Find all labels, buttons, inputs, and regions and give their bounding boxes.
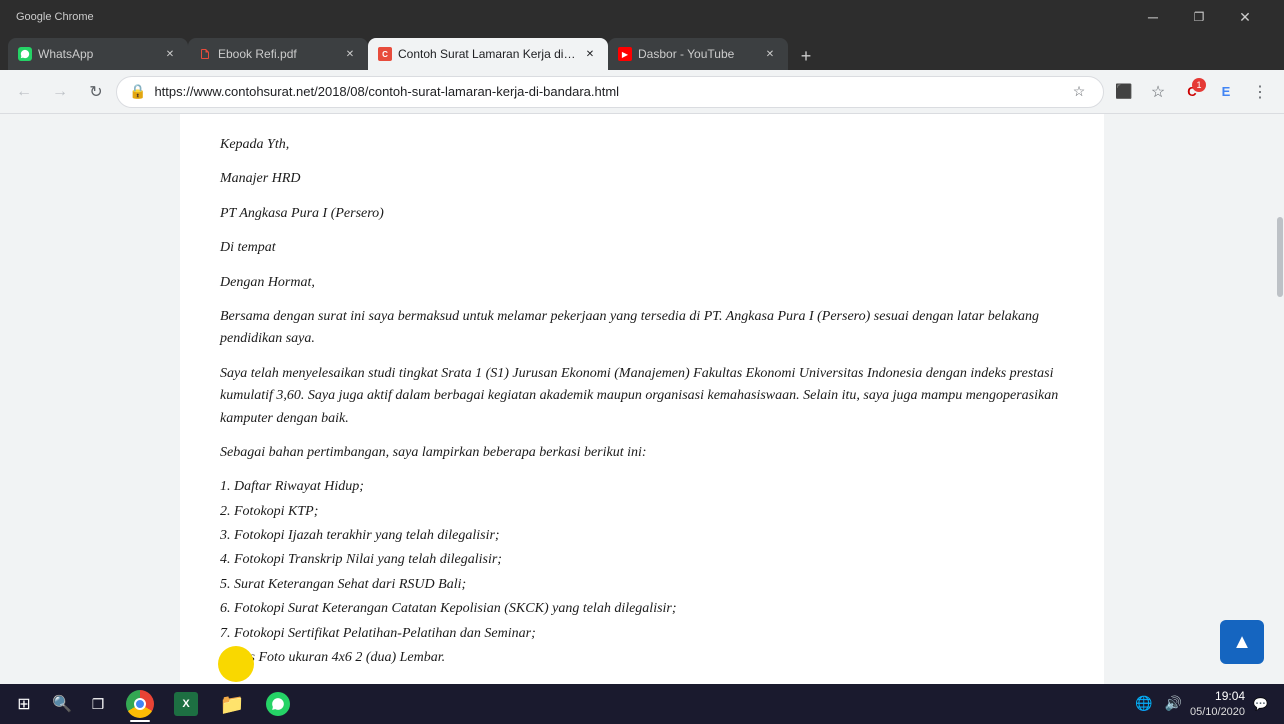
- window-title: Google Chrome: [16, 11, 94, 23]
- whatsapp-favicon-icon: [18, 47, 32, 61]
- clock[interactable]: 19:04 05/10/2020: [1190, 689, 1245, 719]
- task-view-icon: ❐: [92, 696, 105, 713]
- windows-icon: ⊞: [17, 694, 30, 714]
- tabs-bar: WhatsApp ✕ Ebook Refi.pdf ✕ C Contoh Sur…: [0, 34, 1284, 70]
- cursor-indicator: [218, 646, 254, 682]
- chrome-icon: [126, 690, 154, 718]
- letter-para1: Bersama dengan surat ini saya bermaksud …: [220, 306, 1064, 351]
- ext2-button[interactable]: E: [1210, 76, 1242, 108]
- list-item: 6. Fotokopi Surat Keterangan Catatan Kep…: [220, 598, 1064, 620]
- extension-button[interactable]: C 1: [1176, 76, 1208, 108]
- up-arrow-icon: ▲: [1232, 631, 1252, 654]
- scroll-track: [1276, 0, 1284, 724]
- address-bar-actions: ☆: [1067, 80, 1091, 104]
- tab-whatsapp[interactable]: WhatsApp ✕: [8, 38, 188, 70]
- extension-badge: 1: [1192, 78, 1206, 92]
- refresh-icon: ↻: [89, 82, 102, 102]
- toolbar: ← → ↻ 🔒 https://www.contohsurat.net/2018…: [0, 70, 1284, 114]
- list-item: 1. Daftar Riwayat Hidup;: [220, 476, 1064, 498]
- network-icon[interactable]: 🌐: [1131, 691, 1156, 716]
- minimize-button[interactable]: ─: [1130, 0, 1176, 34]
- tab-ebook-close[interactable]: ✕: [342, 46, 358, 62]
- menu-button[interactable]: ⋮: [1244, 76, 1276, 108]
- forward-button[interactable]: →: [44, 76, 76, 108]
- letter-para3-intro: Sebagai bahan pertimbangan, saya lampirk…: [220, 442, 1064, 464]
- letter-body: Kepada Yth, Manajer HRD PT Angkasa Pura …: [220, 134, 1064, 724]
- address-bar[interactable]: 🔒 https://www.contohsurat.net/2018/08/co…: [116, 76, 1104, 108]
- taskbar: ⊞ 🔍 ❐ X 📁 🌐 🔊 19:04 05/10/2020: [0, 684, 1284, 724]
- star-icon: ☆: [1151, 82, 1165, 102]
- back-icon: ←: [16, 83, 32, 101]
- task-view-button[interactable]: ❐: [80, 684, 116, 724]
- new-tab-button[interactable]: +: [792, 42, 820, 70]
- letter-list: 1. Daftar Riwayat Hidup; 2. Fotokopi KTP;…: [220, 476, 1064, 669]
- back-button[interactable]: ←: [8, 76, 40, 108]
- pdf-favicon-icon: [198, 47, 212, 61]
- list-item: 4. Fotokopi Transkrip Nilai yang telah d…: [220, 549, 1064, 571]
- list-item: 7. Fotokopi Sertifikat Pelatihan-Pelatih…: [220, 623, 1064, 645]
- explorer-icon: 📁: [220, 692, 244, 716]
- tab-surat[interactable]: C Contoh Surat Lamaran Kerja di B... ✕: [368, 38, 608, 70]
- taskbar-whatsapp[interactable]: [256, 684, 300, 724]
- page-content: Kepada Yth, Manajer HRD PT Angkasa Pura …: [180, 114, 1104, 724]
- content-area: Kepada Yth, Manajer HRD PT Angkasa Pura …: [0, 114, 1284, 724]
- letter-to: Kepada Yth,: [220, 134, 1064, 156]
- list-item: 5. Surat Keterangan Sehat dari RSUD Bali…: [220, 574, 1064, 596]
- tab-whatsapp-title: WhatsApp: [38, 47, 156, 61]
- letter-to-name: Manajer HRD: [220, 168, 1064, 190]
- taskbar-right: 🌐 🔊 19:04 05/10/2020 💬: [1131, 689, 1280, 719]
- time-display: 19:04: [1190, 689, 1245, 705]
- tab-youtube-title: Dasbor - YouTube: [638, 47, 756, 61]
- tab-youtube[interactable]: ▶ Dasbor - YouTube ✕: [608, 38, 788, 70]
- list-item: 2. Fotokopi KTP;: [220, 501, 1064, 523]
- web-favicon-icon: C: [378, 47, 392, 61]
- taskbar-explorer[interactable]: 📁: [210, 684, 254, 724]
- letter-para2: Saya telah menyelesaikan studi tingkat S…: [220, 363, 1064, 430]
- chrome-inner: [134, 698, 146, 710]
- toolbar-right: ⬛ ☆ C 1 E ⋮: [1108, 76, 1276, 108]
- tab-surat-title: Contoh Surat Lamaran Kerja di B...: [398, 47, 576, 61]
- tab-ebook[interactable]: Ebook Refi.pdf ✕: [188, 38, 368, 70]
- window-controls: ─ ❐ ✕: [1130, 0, 1268, 34]
- close-button[interactable]: ✕: [1222, 0, 1268, 34]
- letter-greeting: Dengan Hormat,: [220, 272, 1064, 294]
- screenshot-icon: ⬛: [1115, 83, 1132, 100]
- tab-whatsapp-close[interactable]: ✕: [162, 46, 178, 62]
- taskbar-search-button[interactable]: 🔍: [46, 684, 78, 724]
- letter-company: PT Angkasa Pura I (Persero): [220, 203, 1064, 225]
- list-item: 8. Pas Foto ukuran 4x6 2 (dua) Lembar.: [220, 647, 1064, 669]
- restore-button[interactable]: ❐: [1176, 0, 1222, 34]
- scroll-thumb[interactable]: [1277, 217, 1283, 297]
- left-margin: [0, 114, 180, 724]
- letter-location: Di tempat: [220, 237, 1064, 259]
- list-item: 3. Fotokopi Ijazah terakhir yang telah d…: [220, 525, 1064, 547]
- system-tray: 🌐 🔊: [1131, 691, 1186, 716]
- url-text: https://www.contohsurat.net/2018/08/cont…: [154, 84, 1059, 99]
- go-to-top-button[interactable]: ▲: [1220, 620, 1264, 664]
- bookmark-button[interactable]: ☆: [1067, 80, 1091, 104]
- excel-icon: X: [174, 692, 198, 716]
- title-bar: Google Chrome ─ ❐ ✕: [0, 0, 1284, 34]
- ext2-icon: E: [1222, 84, 1231, 99]
- lock-icon: 🔒: [129, 83, 146, 100]
- refresh-button[interactable]: ↻: [80, 76, 112, 108]
- youtube-favicon-icon: ▶: [618, 47, 632, 61]
- screenshot-button[interactable]: ⬛: [1108, 76, 1140, 108]
- tab-surat-close[interactable]: ✕: [582, 46, 598, 62]
- taskbar-chrome[interactable]: [118, 684, 162, 724]
- menu-icon: ⋮: [1252, 82, 1268, 102]
- search-icon: 🔍: [52, 694, 72, 714]
- tab-ebook-title: Ebook Refi.pdf: [218, 47, 336, 61]
- taskbar-excel[interactable]: X: [164, 684, 208, 724]
- whatsapp-taskbar-icon: [266, 692, 290, 716]
- star-button[interactable]: ☆: [1142, 76, 1174, 108]
- start-button[interactable]: ⊞: [4, 684, 44, 724]
- tab-youtube-close[interactable]: ✕: [762, 46, 778, 62]
- notification-icon[interactable]: 💬: [1249, 693, 1272, 715]
- date-display: 05/10/2020: [1190, 705, 1245, 719]
- forward-icon: →: [52, 83, 68, 101]
- volume-icon[interactable]: 🔊: [1161, 691, 1186, 716]
